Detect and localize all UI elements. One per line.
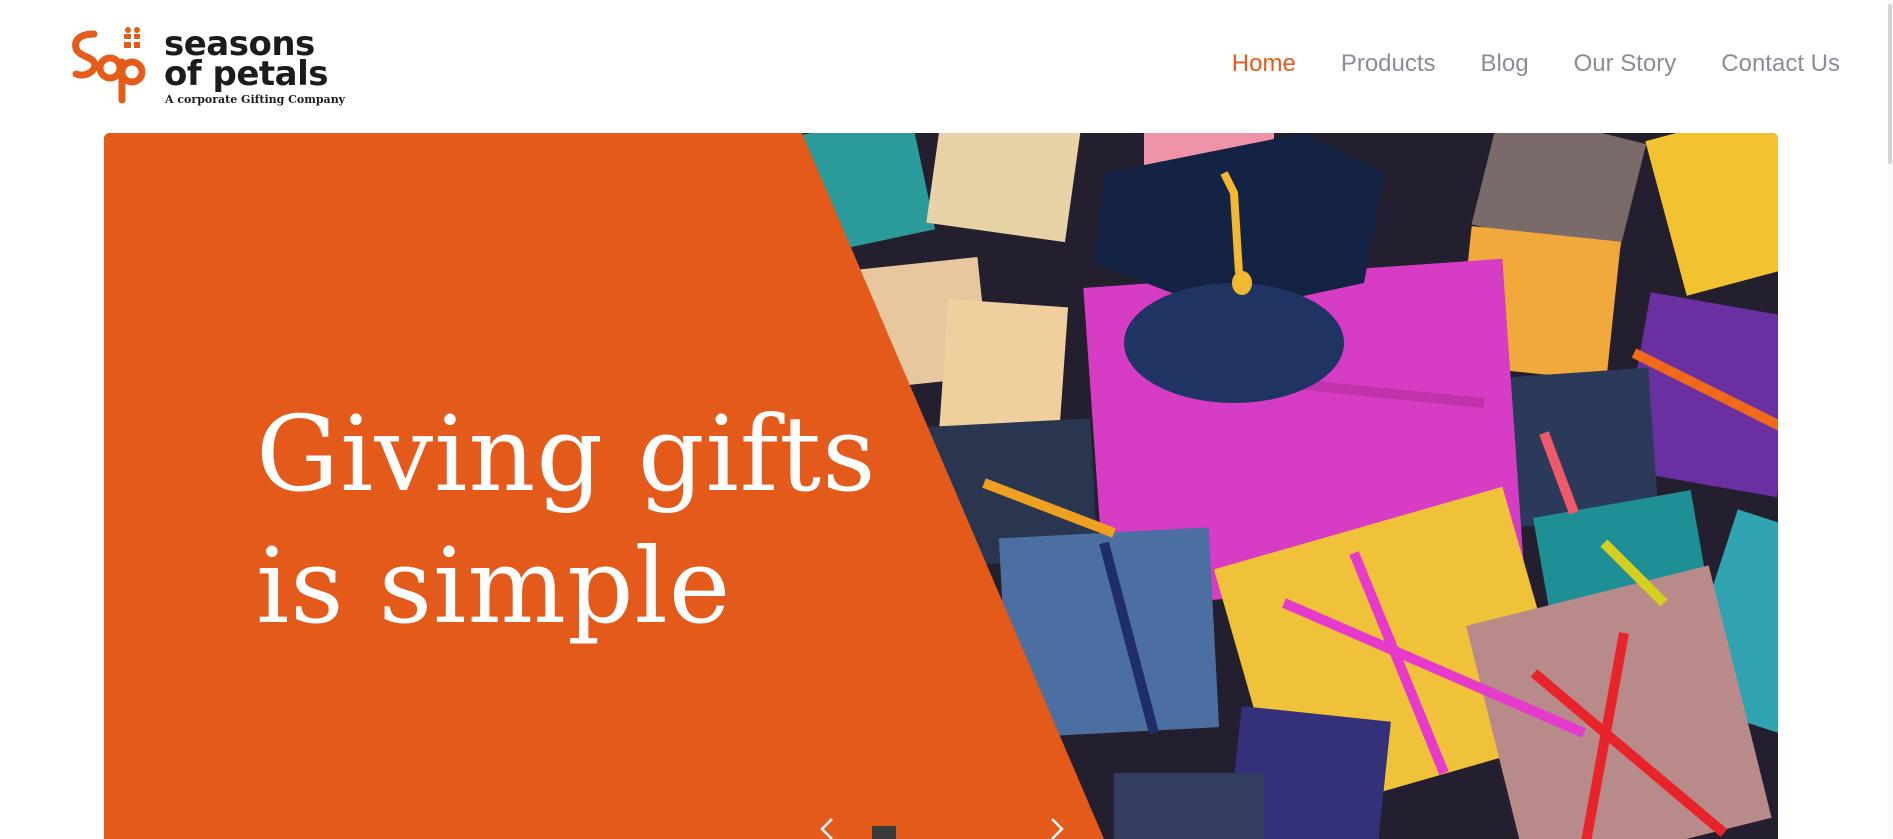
- hero-slider: Giving gifts is simple: [104, 133, 1778, 839]
- slider-dot-active[interactable]: [872, 826, 896, 839]
- nav-our-story[interactable]: Our Story: [1574, 50, 1677, 78]
- hero-title-line2: is simple: [256, 525, 732, 647]
- logo-text-line2: of petals: [164, 54, 328, 94]
- nav-products[interactable]: Products: [1341, 50, 1436, 78]
- site-header: seasons of petals A corporate Gifting Co…: [0, 0, 1893, 130]
- hero-title-line1: Giving gifts: [256, 393, 877, 515]
- logo-mark-icon: [72, 27, 146, 104]
- chevron-left-icon[interactable]: [818, 818, 838, 839]
- logo-tagline: A corporate Gifting Company: [165, 93, 346, 106]
- main-nav: Home Products Blog Our Story Contact Us: [1232, 50, 1840, 78]
- logo[interactable]: seasons of petals A corporate Gifting Co…: [72, 24, 345, 110]
- nav-contact-us[interactable]: Contact Us: [1721, 50, 1840, 78]
- page: seasons of petals A corporate Gifting Co…: [0, 0, 1893, 839]
- slider-controls: [818, 818, 1068, 839]
- scrollbar-thumb[interactable]: [1888, 4, 1892, 164]
- nav-home[interactable]: Home: [1232, 50, 1296, 78]
- nav-blog[interactable]: Blog: [1481, 50, 1529, 78]
- hero-title: Giving gifts is simple: [256, 388, 876, 652]
- page-scrollbar[interactable]: [1887, 0, 1893, 839]
- chevron-right-icon[interactable]: [1046, 818, 1066, 839]
